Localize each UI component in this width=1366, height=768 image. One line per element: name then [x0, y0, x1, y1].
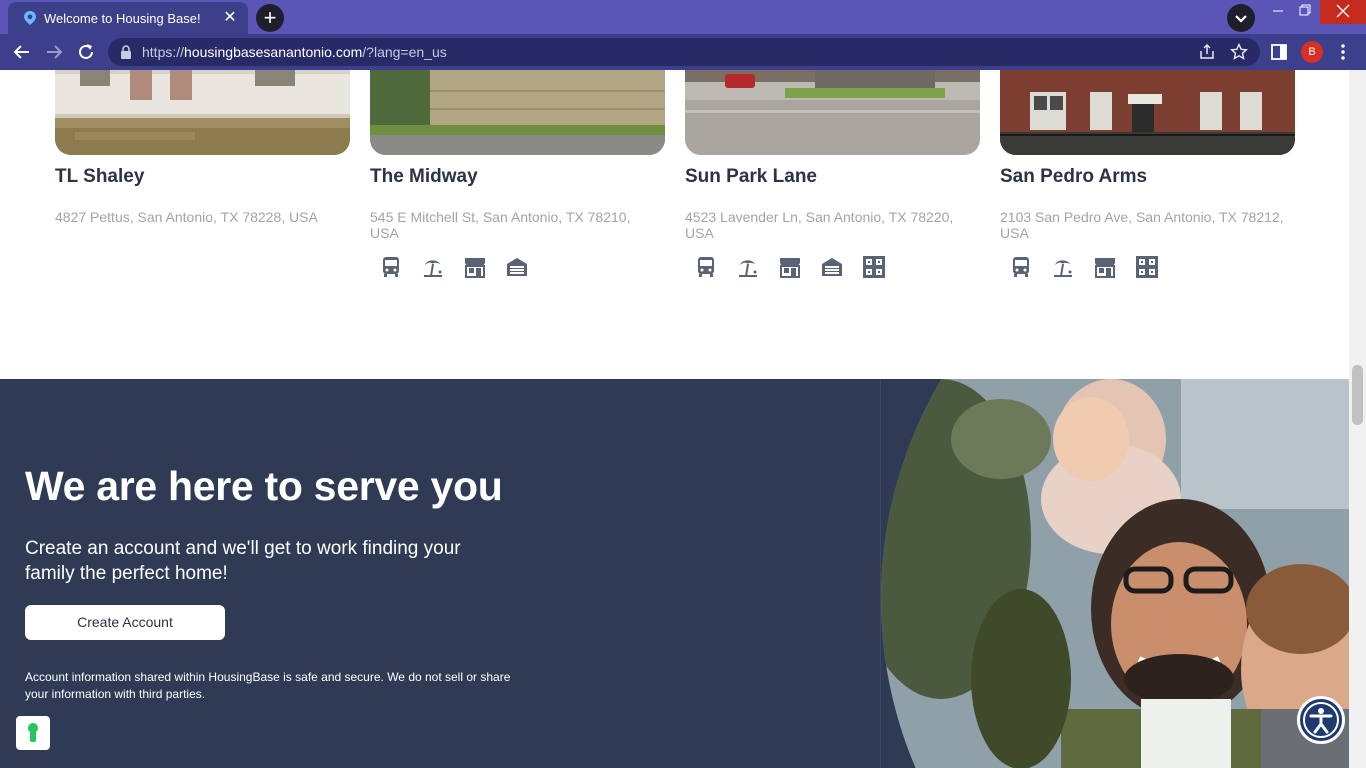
store-icon	[462, 254, 488, 280]
signup-hero-section: We are here to serve you Create an accou…	[0, 379, 1349, 768]
minimize-icon	[1273, 10, 1283, 12]
accessibility-button[interactable]	[1297, 696, 1345, 744]
hero-title: We are here to serve you	[25, 463, 503, 509]
help-button[interactable]	[16, 716, 50, 750]
bus-icon	[378, 254, 404, 280]
back-arrow-icon	[13, 45, 29, 59]
beach-icon	[420, 254, 446, 280]
listing-photo[interactable]	[1000, 70, 1295, 155]
listing-name[interactable]: Sun Park Lane	[685, 166, 817, 188]
listing-photo[interactable]	[685, 70, 980, 155]
garage-icon	[504, 254, 530, 280]
back-button[interactable]	[10, 40, 34, 64]
store-icon	[777, 254, 803, 280]
share-icon[interactable]	[1198, 43, 1216, 61]
bus-icon	[1008, 254, 1034, 280]
privacy-note: Account information shared within Housin…	[25, 670, 511, 701]
tab-close-icon[interactable]: ✕	[220, 8, 240, 28]
family-photo	[881, 379, 1349, 768]
forward-button[interactable]	[42, 40, 66, 64]
page-scrollbar[interactable]	[1349, 70, 1366, 768]
store-icon	[1092, 254, 1118, 280]
forward-arrow-icon	[47, 45, 63, 59]
browser-tab[interactable]: Welcome to Housing Base! ✕	[8, 2, 248, 34]
url-text: https://housingbasesanantonio.com/?lang=…	[142, 44, 447, 60]
profile-avatar[interactable]: B	[1301, 41, 1323, 63]
accessibility-icon	[1303, 702, 1339, 738]
close-icon	[1336, 4, 1350, 18]
new-tab-button[interactable]: +	[256, 4, 284, 32]
kebab-menu-icon[interactable]	[1333, 42, 1353, 62]
beach-icon	[1050, 254, 1076, 280]
building-icon	[1134, 254, 1160, 280]
tab-search-button[interactable]	[1227, 4, 1255, 32]
listing-photo[interactable]	[370, 70, 665, 155]
minimize-button[interactable]	[1263, 0, 1293, 24]
browser-window: Welcome to Housing Base! ✕ + https://hou…	[0, 0, 1366, 768]
page-viewport: TL Shaley 4827 Pettus, San Antonio, TX 7…	[0, 70, 1349, 768]
reload-button[interactable]	[74, 40, 98, 64]
keyhole-icon	[28, 723, 38, 742]
reload-icon	[79, 44, 93, 59]
side-panel-icon[interactable]	[1269, 42, 1289, 62]
beach-icon	[735, 254, 761, 280]
bookmark-star-icon[interactable]	[1229, 42, 1249, 61]
bus-icon	[693, 254, 719, 280]
close-window-button[interactable]	[1320, 0, 1366, 24]
hero-subtitle: Create an account and we'll get to work …	[25, 538, 461, 584]
chevron-down-icon	[1235, 15, 1247, 23]
tab-title: Welcome to Housing Base!	[44, 11, 201, 26]
restore-icon	[1299, 4, 1311, 16]
listing-address: 4827 Pettus, San Antonio, TX 78228, USA	[55, 209, 318, 225]
housing-base-favicon-icon	[24, 11, 36, 25]
restore-button[interactable]	[1290, 0, 1320, 24]
tab-strip: Welcome to Housing Base! ✕ +	[0, 0, 1366, 34]
lock-icon	[121, 45, 131, 59]
browser-toolbar: https://housingbasesanantonio.com/?lang=…	[0, 34, 1366, 70]
listing-address: 2103 San Pedro Ave, San Antonio, TX 7821…	[1000, 209, 1284, 241]
listing-name[interactable]: The Midway	[370, 166, 478, 188]
building-icon	[861, 254, 887, 280]
listing-name[interactable]: San Pedro Arms	[1000, 166, 1147, 188]
listing-name[interactable]: TL Shaley	[55, 166, 144, 188]
address-bar[interactable]: https://housingbasesanantonio.com/?lang=…	[108, 38, 1260, 66]
scrollbar-thumb[interactable]	[1352, 365, 1363, 425]
listing-address: 545 E Mitchell St, San Antonio, TX 78210…	[370, 209, 631, 241]
listing-address: 4523 Lavender Ln, San Antonio, TX 78220,…	[685, 209, 954, 241]
garage-icon	[819, 254, 845, 280]
create-account-button[interactable]: Create Account	[25, 605, 225, 640]
listing-photo[interactable]	[55, 70, 350, 155]
